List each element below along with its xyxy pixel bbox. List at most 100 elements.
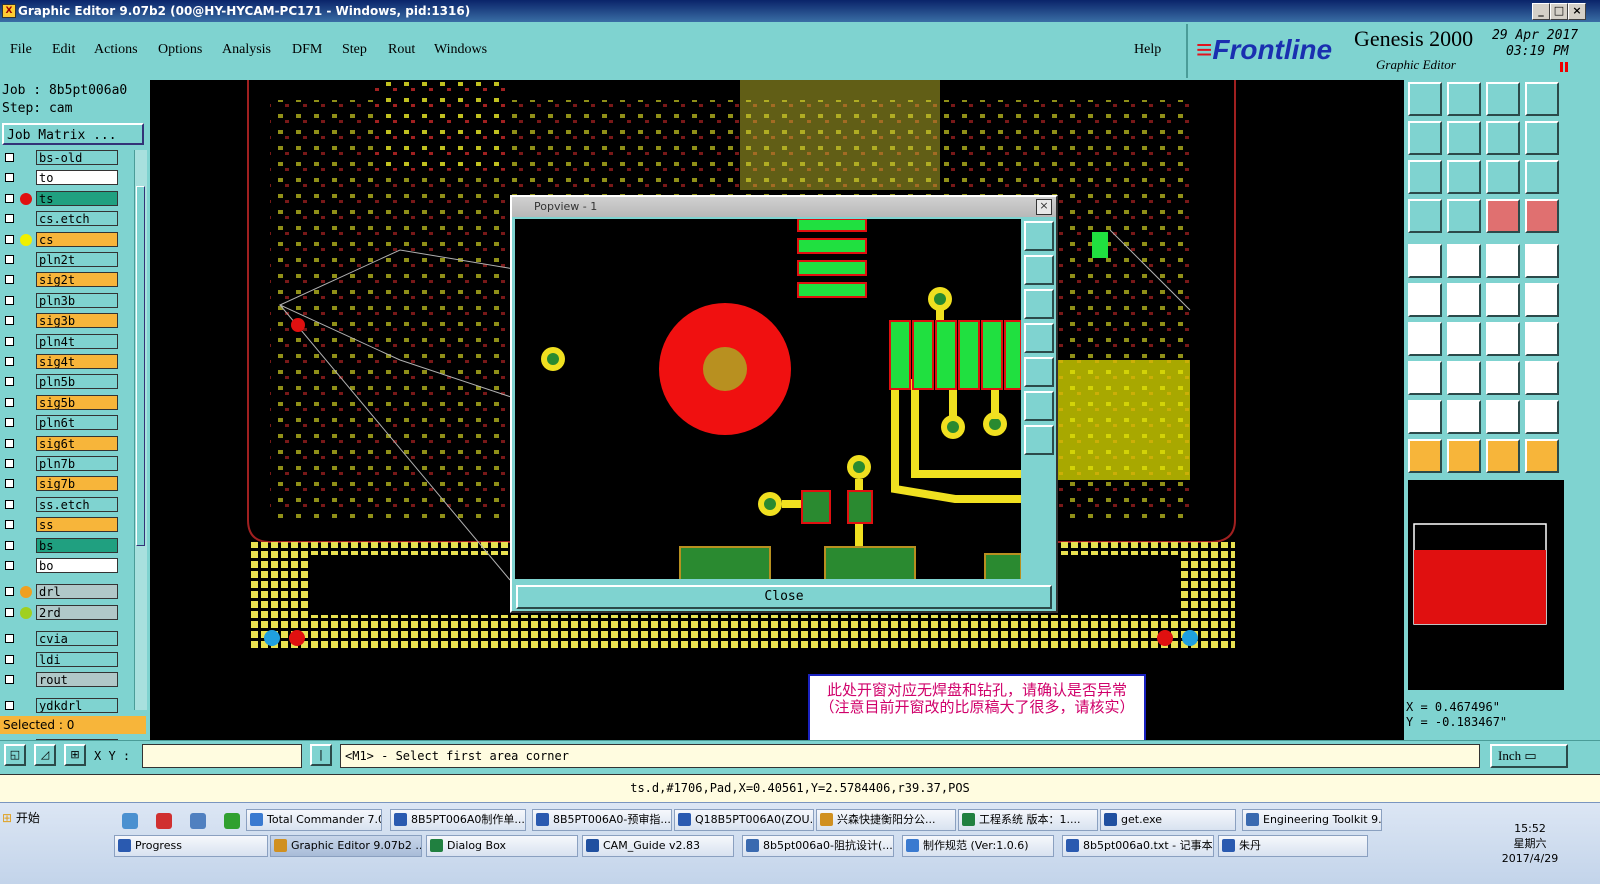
xy-toggle-icon[interactable]: | (310, 744, 332, 766)
layer-row[interactable]: sig6t (2, 435, 120, 452)
layer-checkbox[interactable] (5, 418, 14, 428)
layer-checkbox[interactable] (5, 540, 14, 550)
layer-name[interactable]: cs (36, 231, 118, 247)
layers-red-icon[interactable] (1486, 199, 1520, 233)
circle-tool-icon[interactable] (1525, 244, 1559, 278)
taskbar-button[interactable]: 制作规范 (Ver:1.0.6) (902, 835, 1054, 857)
layer-row[interactable]: sig3b (2, 313, 120, 329)
overview-map[interactable] (1408, 480, 1564, 690)
home-view-icon[interactable] (1408, 82, 1442, 116)
cursor-2-icon[interactable] (1447, 439, 1481, 473)
layer-checkbox[interactable] (5, 316, 14, 326)
start-button[interactable]: ⊞ 开始 (2, 809, 40, 826)
units-selector[interactable]: Inch ▭ (1490, 744, 1568, 768)
layer-name[interactable]: sig4t (36, 354, 118, 369)
layer-row[interactable]: pln5b (2, 374, 120, 390)
layer-checkbox[interactable] (5, 397, 14, 407)
layer-row[interactable]: pln3b (2, 292, 120, 309)
taskbar-button[interactable]: Progress (114, 835, 268, 857)
dimension-icon[interactable] (1486, 361, 1520, 395)
layer-checkbox[interactable] (5, 173, 14, 183)
layer-name[interactable]: sig3b (36, 313, 118, 329)
layer-row[interactable]: cs.etch (2, 211, 120, 227)
popview-tool-4[interactable] (1024, 323, 1054, 353)
taskbar-button[interactable]: 8b5pt006a0-阻抗设计(... (742, 835, 894, 857)
job-matrix-button[interactable]: Job Matrix ... (2, 123, 144, 145)
line-angle-icon[interactable] (1408, 322, 1442, 356)
scrollbar-thumb[interactable] (136, 186, 145, 546)
menu-rout[interactable]: Rout (388, 42, 415, 58)
taskbar-button[interactable]: 8B5PT006A0制作单.... (390, 809, 526, 831)
popview-close-button[interactable]: Close (516, 585, 1052, 609)
layer-row[interactable]: ts (2, 190, 120, 207)
layer-row[interactable]: ss (2, 517, 120, 533)
cursor-3-icon[interactable] (1486, 439, 1520, 473)
snap-icon[interactable] (1525, 121, 1559, 155)
snap-f-icon[interactable] (1525, 322, 1559, 356)
layer-row[interactable]: pln2t (2, 252, 120, 268)
layer-scrollbar[interactable] (134, 150, 147, 710)
popview-tool-5[interactable] (1024, 357, 1054, 387)
layer-checkbox[interactable] (5, 336, 14, 346)
grid-view-icon[interactable] (1525, 82, 1559, 116)
fit-all-icon[interactable] (1408, 160, 1442, 194)
cursor-4-icon[interactable] (1525, 439, 1559, 473)
triangle-2-icon[interactable] (1447, 400, 1481, 434)
layer-row[interactable]: pln7b (2, 456, 120, 472)
layer-row[interactable]: ss.etch (2, 496, 120, 513)
layer-row[interactable]: pln4t (2, 333, 120, 350)
layer-checkbox[interactable] (5, 153, 14, 162)
layer-checkbox[interactable] (5, 587, 14, 597)
layer-checkbox[interactable] (5, 377, 14, 387)
ruler-icon[interactable] (1486, 244, 1520, 278)
rotate-icon[interactable] (1486, 322, 1520, 356)
menu-dfm[interactable]: DFM (292, 42, 322, 58)
popview-tool-7[interactable] (1024, 425, 1054, 455)
layer-row[interactable]: bs-old (2, 150, 120, 166)
menu-edit[interactable]: Edit (52, 42, 75, 58)
arc-point-icon[interactable] (1486, 283, 1520, 317)
maximize-button[interactable]: □ (1550, 3, 1568, 20)
taskbar-button[interactable]: Q18B5PT006A0(ZOU... (674, 809, 814, 831)
layer-name[interactable]: pln3b (36, 292, 118, 308)
layer-checkbox[interactable] (5, 675, 14, 684)
layer-name[interactable]: sig7b (36, 476, 118, 492)
layer-checkbox[interactable] (5, 479, 14, 489)
measure-tool-icon[interactable]: ◿ (34, 744, 56, 766)
popview-tool-6[interactable] (1024, 391, 1054, 421)
layer-row[interactable]: 2rd (2, 604, 120, 621)
pan-left-icon[interactable] (1408, 121, 1442, 155)
close-icon[interactable]: × (1036, 199, 1052, 215)
quick-launch-icon[interactable] (122, 813, 138, 829)
taskbar-button[interactable]: 朱丹 (1218, 835, 1368, 857)
zoom-tool-icon[interactable]: ◱ (4, 744, 26, 766)
layer-checkbox[interactable] (5, 234, 14, 244)
popview-canvas[interactable] (515, 219, 1021, 579)
layer-name[interactable]: cvia (36, 631, 118, 647)
settings-icon[interactable] (1408, 199, 1442, 233)
triangle-1-icon[interactable] (1408, 400, 1442, 434)
layer-checkbox[interactable] (5, 255, 14, 264)
layer-row[interactable]: rout (2, 672, 120, 688)
minimize-button[interactable]: _ (1532, 3, 1550, 20)
flip-icon[interactable] (1486, 121, 1520, 155)
fit-view-icon[interactable] (1447, 82, 1481, 116)
layer-checkbox[interactable] (5, 654, 14, 664)
layer-name[interactable]: ldi (36, 651, 118, 667)
layer-checkbox[interactable] (5, 634, 14, 644)
system-clock[interactable]: 15:52 星期六 2017/4/29 (1500, 821, 1560, 866)
connect-icon[interactable] (1408, 283, 1442, 317)
layer-row[interactable]: to (2, 170, 120, 186)
layer-row[interactable]: ydkdrl (2, 698, 120, 714)
move-point-icon[interactable] (1408, 361, 1442, 395)
menu-options[interactable]: Options (158, 42, 202, 58)
menu-windows[interactable]: Windows (434, 42, 487, 58)
layer-checkbox[interactable] (5, 193, 14, 203)
popview-titlebar[interactable]: Popview - 1 × (512, 197, 1056, 217)
layer-name[interactable]: ts (36, 190, 118, 206)
taskbar-button[interactable]: Graphic Editor 9.07b2 ... (270, 835, 422, 857)
taskbar-button[interactable]: Dialog Box (426, 835, 578, 857)
layer-name[interactable]: sig2t (36, 272, 118, 288)
quick-launch-icon[interactable] (224, 813, 240, 829)
menu-step[interactable]: Step (342, 42, 367, 58)
